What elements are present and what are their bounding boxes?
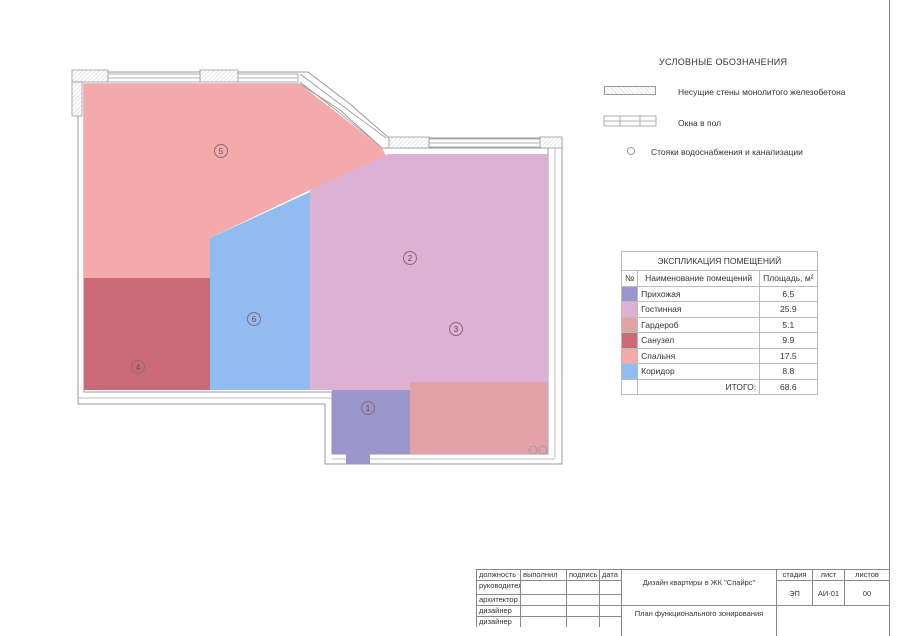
table-row: Спальня 17.5: [620, 347, 818, 364]
legend-walls: Несущие стены монолитого железобетона: [678, 87, 846, 97]
stamp-empty: [566, 605, 599, 616]
room-name: Спальня: [637, 347, 761, 364]
room-area: 6.5: [759, 285, 818, 302]
room-label-1: 1: [361, 401, 375, 415]
col-area: Площадь, м²: [759, 270, 818, 287]
total-value: 68.6: [759, 378, 818, 395]
stamp-empty: [520, 580, 566, 594]
stamp-h-sheets: листов: [844, 569, 890, 580]
swatch-bedroom: [620, 347, 639, 364]
stamp-empty: [520, 616, 566, 627]
stamp-role-1: руководитель: [476, 580, 520, 594]
stamp-stage: ЭП: [776, 580, 812, 605]
col-name: Наименование помещений: [637, 270, 761, 287]
stamp-project: Дизайн квартиры в ЖК "Спайрс": [621, 569, 776, 605]
swatch-bathroom: [620, 332, 639, 349]
room-area: 25.9: [759, 301, 818, 318]
stamp-empty: [599, 605, 621, 616]
room-label-6: 6: [247, 312, 261, 326]
stamp-sheet: АИ-01: [812, 580, 844, 605]
total-row: ИТОГО: 68.6: [620, 378, 818, 395]
table-row: Коридор 8.8: [620, 363, 818, 380]
room-label-4: 4: [131, 360, 145, 374]
table-row: Гостинная 25.9: [620, 301, 818, 318]
room-label-3: 3: [449, 322, 463, 336]
stamp-h-sign: подпись: [566, 569, 599, 580]
room-name: Санузел: [637, 332, 761, 349]
stamp-empty: [599, 594, 621, 605]
room-name: Прихожая: [637, 285, 761, 302]
stamp-h-stage: стадия: [776, 569, 812, 580]
stamp-empty: [566, 580, 599, 594]
explication-table: ЭКСПЛИКАЦИЯ ПОМЕЩЕНИЙ № Наименование пом…: [620, 251, 818, 395]
stamp-role-4: дизайнер: [476, 616, 520, 627]
stamp-empty: [776, 605, 890, 636]
stamp-empty: [599, 580, 621, 594]
legend-windows: Окна в пол: [678, 118, 722, 128]
legend-title: УСЛОВНЫЕ ОБОЗНАЧЕНИЯ: [659, 57, 788, 67]
stamp-role-2: архитектор: [476, 594, 520, 605]
stamp-empty: [520, 605, 566, 616]
room-name: Гардероб: [637, 316, 761, 333]
table-row: Гардероб 5.1: [620, 316, 818, 333]
riser-legend-icon: [627, 147, 635, 155]
room-label-5: 5: [214, 144, 228, 158]
table-row: Санузел 9.9: [620, 332, 818, 349]
stamp-empty: [520, 594, 566, 605]
stamp-sheets: 00: [844, 580, 890, 605]
room-area: 5.1: [759, 316, 818, 333]
stamp-empty: [566, 616, 599, 627]
room-label-2: 2: [403, 251, 417, 265]
stamp-sheet-title: План функционального зонирования: [621, 605, 776, 636]
room-name: Гостинная: [637, 301, 761, 318]
swatch-living: [620, 301, 639, 318]
stamp-h-role: должность: [476, 569, 520, 580]
explication-title: ЭКСПЛИКАЦИЯ ПОМЕЩЕНИЙ: [621, 251, 818, 271]
stamp-h-done: выполнил: [520, 569, 566, 580]
room-name: Коридор: [637, 363, 761, 380]
stamp-empty: [599, 616, 621, 627]
window-legend-icon: [603, 115, 657, 127]
room-area: 17.5: [759, 347, 818, 364]
swatch-hallway: [620, 285, 639, 302]
stamp-role-3: дизайнер: [476, 605, 520, 616]
stamp-empty: [566, 594, 599, 605]
zone-living: [310, 154, 548, 390]
stamp-h-date: дата: [599, 569, 621, 580]
swatch-wardrobe: [620, 316, 639, 333]
zone-bathroom: [84, 278, 210, 390]
col-num: №: [620, 270, 639, 287]
table-row: Прихожая 6.5: [620, 285, 818, 302]
stamp-h-sheet: лист: [812, 569, 844, 580]
legend-risers: Стояки водоснабжения и канализации: [651, 147, 803, 157]
room-area: 9.9: [759, 332, 818, 349]
total-label: ИТОГО:: [637, 378, 761, 395]
room-area: 8.8: [759, 363, 818, 380]
title-block: должность выполнил подпись дата руководи…: [476, 569, 890, 636]
wall-legend-icon: [604, 86, 656, 95]
zone-wardrobe: [410, 382, 548, 454]
swatch-corridor: [620, 363, 639, 380]
